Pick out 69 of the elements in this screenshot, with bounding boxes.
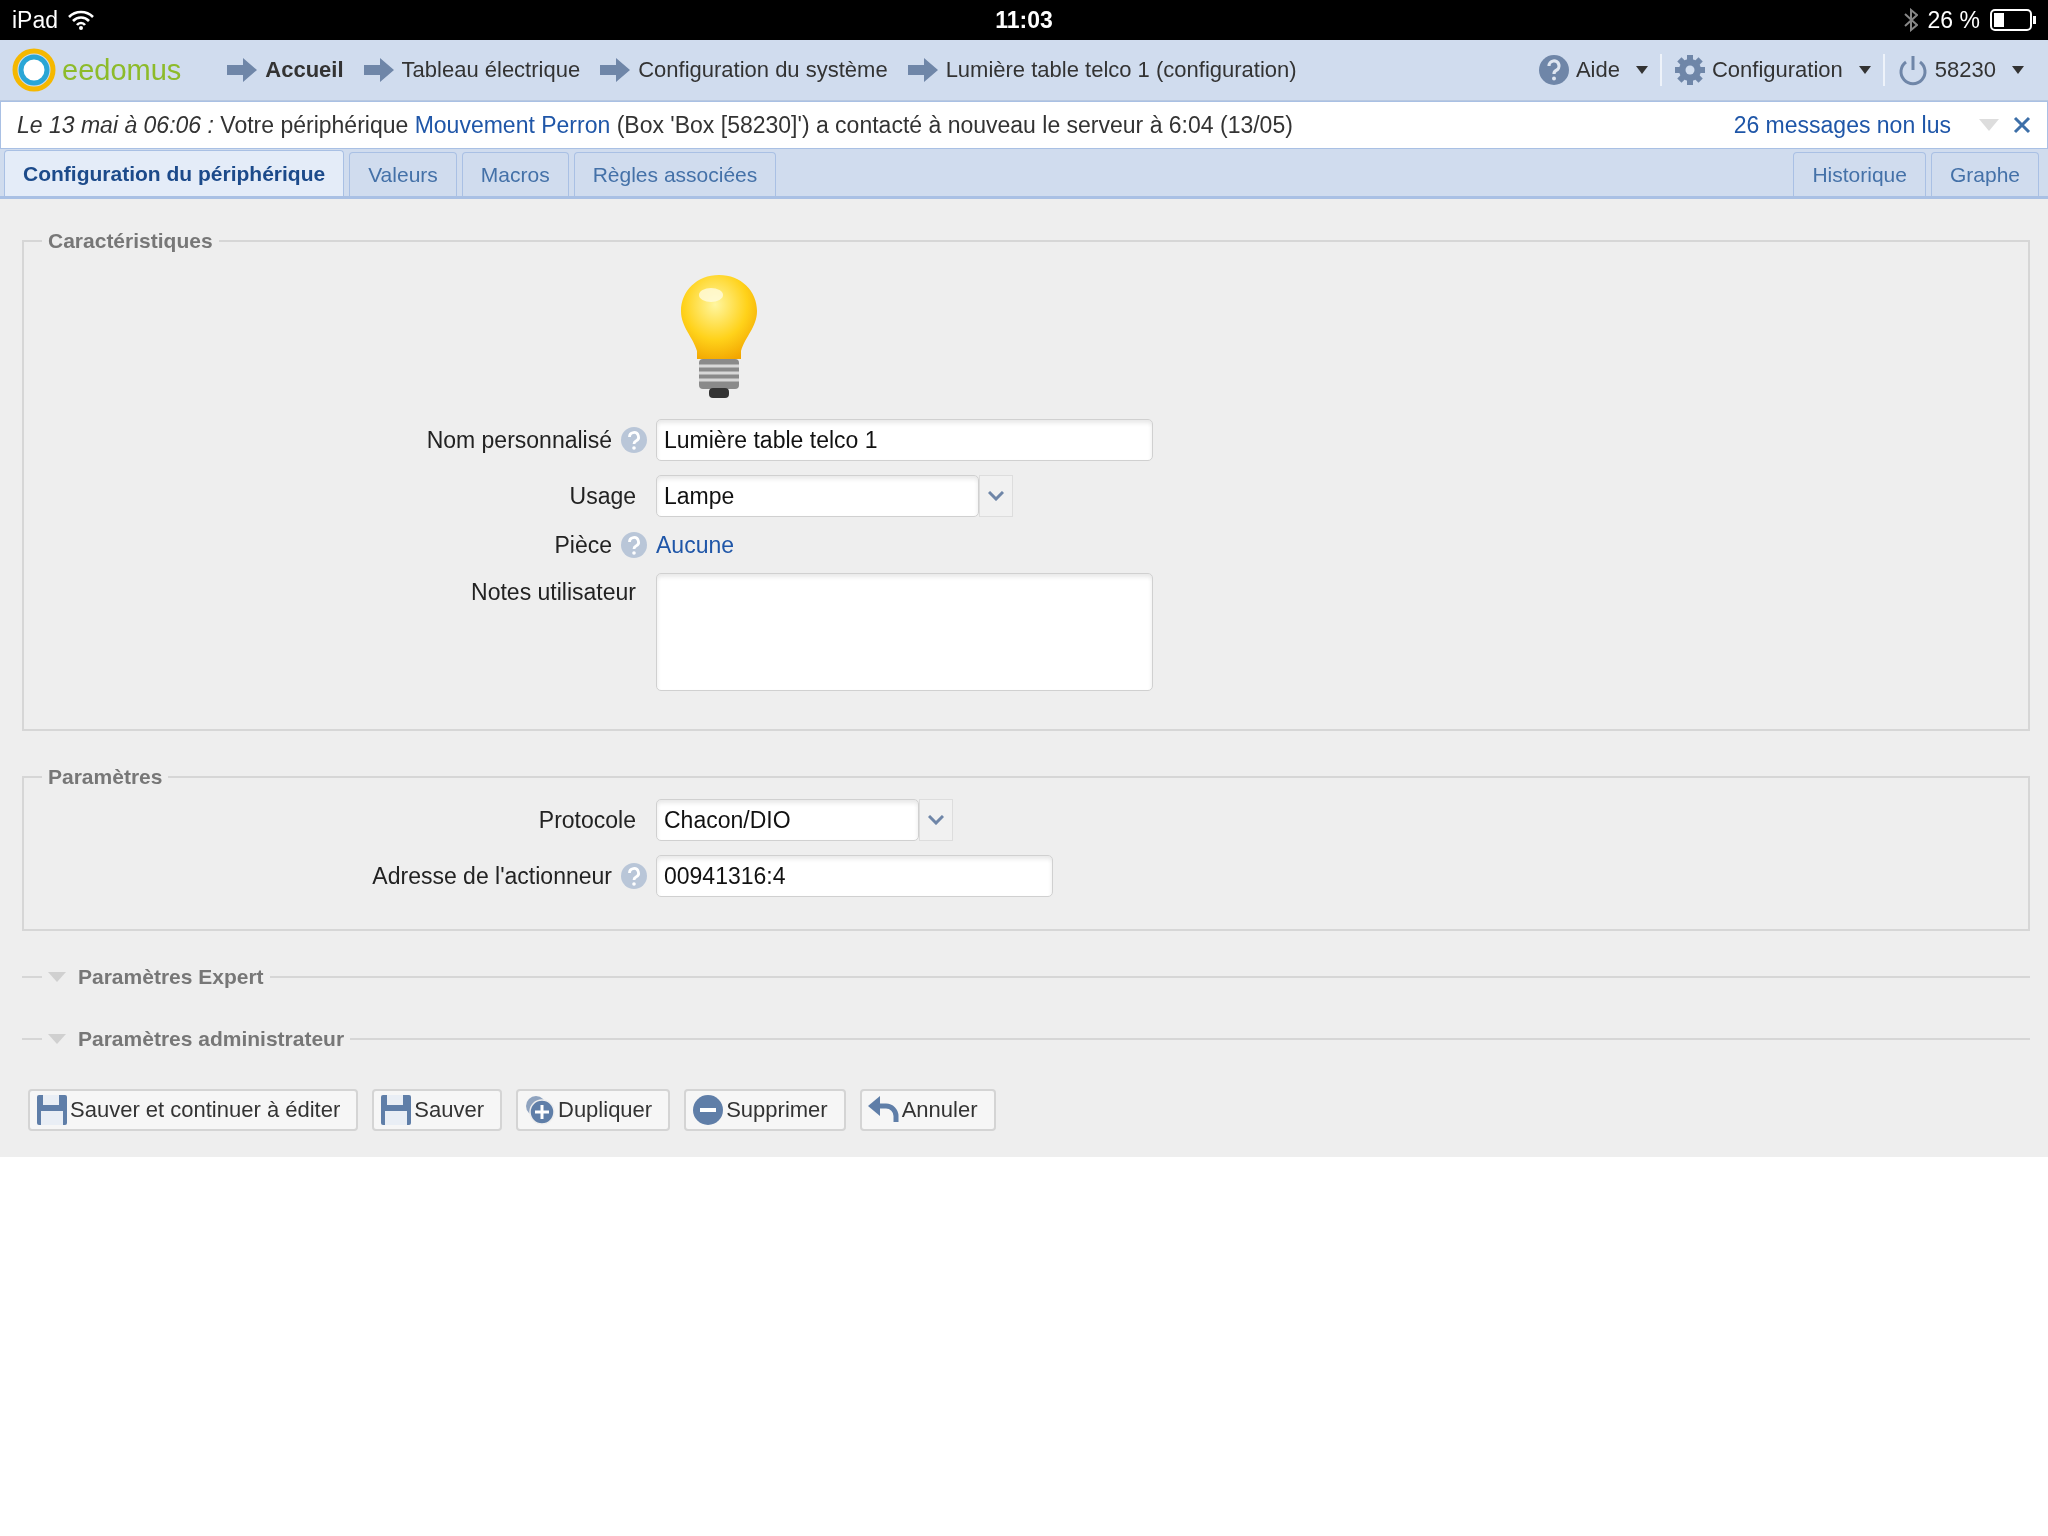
logo-icon (12, 48, 56, 92)
undo-icon (867, 1096, 900, 1124)
breadcrumb-link[interactable]: Accueil (265, 57, 344, 83)
device-link[interactable]: Mouvement Perron (414, 111, 611, 138)
clock-time: 11:03 (995, 6, 1053, 34)
action-button[interactable]: Supprimer (684, 1089, 846, 1131)
field-label: Adresse de l'actionneur (372, 862, 612, 890)
battery-icon (1990, 9, 2036, 31)
tab[interactable]: Graphe (1930, 152, 2039, 196)
room-link[interactable]: Aucune (656, 531, 734, 558)
address-field[interactable]: 00941316:4 (656, 855, 1053, 897)
tab[interactable]: Configuration du périphérique (4, 150, 345, 196)
breadcrumb-link[interactable]: Tableau électrique (401, 57, 581, 83)
field-label: Nom personnalisé (426, 426, 612, 454)
tab[interactable]: Historique (1793, 152, 1926, 196)
action-button[interactable]: Annuler (859, 1089, 996, 1131)
light-bulb-icon (679, 273, 759, 399)
breadcrumb-link[interactable]: Configuration du système (638, 57, 888, 83)
help-icon[interactable] (620, 531, 648, 559)
caret-icon (2012, 66, 2024, 74)
logo-text: eedomus (62, 53, 182, 87)
caret-down-icon[interactable] (48, 1034, 66, 1044)
field-label: Notes utilisateur (471, 579, 636, 606)
chevron-down-icon (928, 815, 944, 825)
notes-field[interactable] (656, 573, 1153, 691)
section-title: Paramètres (47, 765, 164, 789)
tab[interactable]: Règles associées (573, 152, 777, 196)
caret-icon (1635, 66, 1648, 74)
action-button[interactable]: Sauver et continuer à éditer (28, 1089, 359, 1131)
action-button[interactable]: Dupliquer (516, 1089, 671, 1131)
device-name: iPad (12, 6, 59, 34)
dropdown-icon[interactable] (1979, 119, 1999, 131)
chevron-down-icon (988, 491, 1004, 501)
settings-icon (1673, 54, 1706, 86)
section-title: Caractéristiques (47, 229, 214, 253)
select-field[interactable]: Lampe (656, 475, 979, 517)
dropdown-button[interactable] (919, 799, 953, 841)
tab[interactable]: Macros (461, 152, 569, 196)
help-icon[interactable] (620, 862, 648, 890)
arrow-icon (600, 58, 631, 82)
add-circle-icon (524, 1094, 556, 1126)
tab[interactable]: Valeurs (349, 152, 457, 196)
notification-message: Le 13 mai à 06:06 : Votre périphérique Mouvement Perron (Box 'Box [58230]') a contacté à nouveau le serveur à 6:04 (13/05) (17, 111, 1293, 139)
section-title[interactable]: Paramètres administrateur (78, 1027, 345, 1051)
menu-button[interactable]: 58230 (1882, 54, 2036, 86)
caret-icon (1858, 66, 1871, 74)
section-title[interactable]: Paramètres Expert (78, 965, 264, 989)
help-icon[interactable] (620, 426, 648, 454)
caret-down-icon[interactable] (48, 972, 66, 982)
name-field[interactable]: Lumière table telco 1 (656, 419, 1153, 461)
field-label: Pièce (554, 531, 612, 559)
wifi-icon (68, 10, 95, 30)
arrow-icon (907, 58, 938, 82)
field-label: Protocole (538, 806, 636, 834)
close-icon[interactable] (2013, 116, 2031, 134)
field-label: Usage (569, 482, 636, 510)
battery-percent: 26 % (1927, 6, 1980, 34)
arrow-icon (227, 58, 258, 82)
action-button[interactable]: Sauver (372, 1089, 502, 1131)
menu-button[interactable]: Configuration (1659, 54, 1883, 86)
dropdown-button[interactable] (979, 475, 1013, 517)
breadcrumb-link[interactable]: Lumière table telco 1 (configuration) (945, 57, 1297, 83)
bluetooth-icon (1903, 8, 1918, 32)
help-icon (1537, 54, 1570, 86)
arrow-icon (363, 58, 394, 82)
minus-circle-icon (692, 1094, 725, 1126)
menu-button[interactable]: Aide (1525, 54, 1660, 86)
unread-messages-link[interactable]: 26 messages non lus (1733, 111, 1951, 139)
select-field[interactable]: Chacon/DIO (656, 799, 919, 841)
